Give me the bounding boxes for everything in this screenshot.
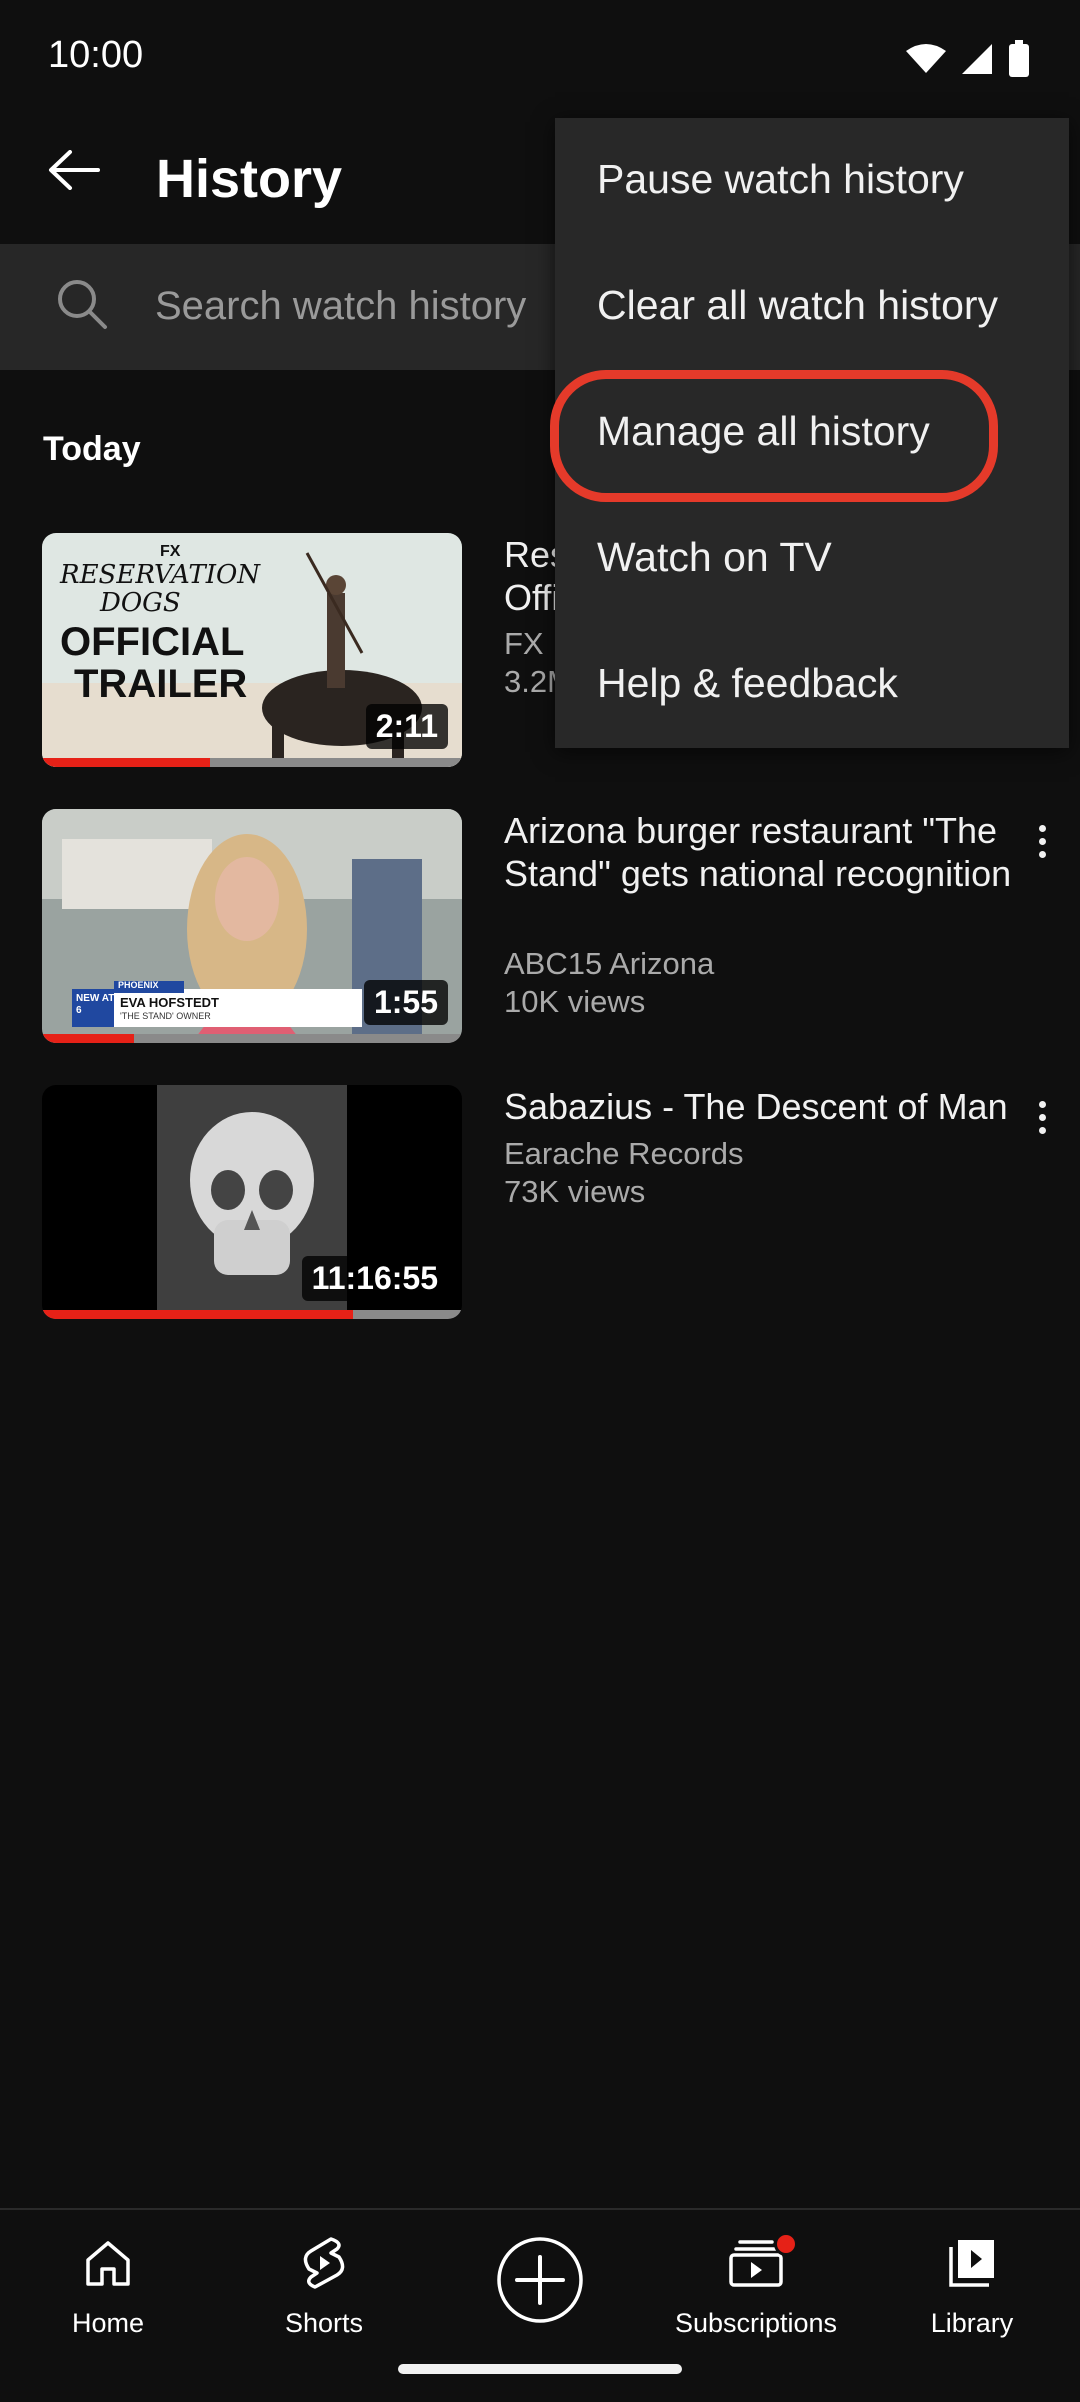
video-channel: FX I <box>504 626 561 661</box>
wifi-icon <box>906 43 946 80</box>
nav-item-home[interactable]: Home <box>0 2232 216 2362</box>
overflow-menu: Pause watch history Clear all watch hist… <box>555 118 1069 748</box>
thumbnail-text: RESERVATION <box>60 560 261 590</box>
more-options-button[interactable] <box>1022 1087 1062 1147</box>
home-icon <box>83 2238 133 2293</box>
watch-progress-bar <box>42 758 462 767</box>
shorts-icon <box>299 2235 349 2296</box>
watch-progress-bar <box>42 1310 462 1319</box>
search-icon <box>54 276 110 337</box>
nav-label: Library <box>930 2308 1014 2338</box>
video-thumbnail[interactable]: NEW AT 6 PHOENIX EVA HOFSTEDT 'THE STAND… <box>42 809 462 1043</box>
search-input[interactable]: Search watch history <box>155 284 526 329</box>
video-title: Arizona burger restaurant "The Stand" ge… <box>504 810 1012 894</box>
menu-item-label: Help & feedback <box>597 660 898 706</box>
create-plus-icon <box>495 2235 585 2330</box>
nav-label: Subscriptions <box>674 2308 838 2338</box>
home-indicator[interactable] <box>398 2364 682 2374</box>
signal-icon <box>960 42 994 81</box>
video-title: Sabazius - The Descent of Man <box>504 1086 1008 1127</box>
notification-badge <box>774 2232 798 2256</box>
video-views: 73K views <box>504 1174 646 1209</box>
battery-icon <box>1008 40 1030 83</box>
thumbnail-text: DOGS <box>100 588 181 618</box>
video-duration: 11:16:55 <box>301 1256 448 1301</box>
menu-item-label: Manage all history <box>597 408 930 454</box>
video-channel: ABC15 Arizona <box>504 946 715 981</box>
video-channel: Earache Records <box>504 1136 744 1171</box>
nav-label: Home <box>71 2308 145 2338</box>
status-time: 10:00 <box>48 34 144 76</box>
thumbnail-text: EVA HOFSTEDT <box>120 995 219 1010</box>
thumbnail-text: PHOENIX <box>118 980 159 990</box>
video-duration: 1:55 <box>363 980 448 1025</box>
video-thumbnail[interactable]: 11:16:55 <box>42 1085 462 1319</box>
nav-item-library[interactable]: Library <box>864 2232 1080 2362</box>
thumbnail-text: 'THE STAND' OWNER <box>120 1011 211 1021</box>
section-label-today: Today <box>43 430 141 468</box>
back-button[interactable] <box>36 134 112 210</box>
thumbnail-text: FX <box>160 543 181 560</box>
nav-item-subscriptions[interactable]: Subscriptions <box>648 2232 864 2362</box>
menu-item-label: Clear all watch history <box>597 282 999 328</box>
more-options-button[interactable] <box>1022 811 1062 871</box>
video-duration: 2:11 <box>365 704 448 749</box>
watch-progress-bar <box>42 1034 462 1043</box>
nav-label: Shorts <box>284 2308 364 2338</box>
thumbnail-text: OFFICIAL <box>60 620 245 664</box>
thumbnail-text: NEW AT 6 <box>76 993 115 1016</box>
menu-item-clear-all-watch-history[interactable]: Clear all watch history <box>555 244 1069 370</box>
video-thumbnail[interactable]: FX RESERVATION DOGS OFFICIAL TRAILER 2:1… <box>42 533 462 767</box>
menu-item-help-feedback[interactable]: Help & feedback <box>555 622 1069 748</box>
menu-item-label: Watch on TV <box>597 534 832 580</box>
video-views: 10K views <box>504 984 646 1019</box>
arrow-left-icon <box>48 149 100 195</box>
nav-item-shorts[interactable]: Shorts <box>216 2232 432 2362</box>
menu-item-watch-on-tv[interactable]: Watch on TV <box>555 496 1069 622</box>
thumbnail-text: TRAILER <box>74 662 248 706</box>
page-title: History <box>156 149 343 209</box>
menu-item-manage-all-history[interactable]: Manage all history <box>555 370 1069 496</box>
video-item[interactable]: 11:16:55 Sabazius - The Descent of Man E… <box>0 1085 1080 1319</box>
library-icon <box>947 2237 997 2294</box>
menu-item-pause-watch-history[interactable]: Pause watch history <box>555 118 1069 244</box>
menu-item-label: Pause watch history <box>597 156 964 202</box>
status-bar: 10:00 <box>0 0 1080 110</box>
video-item[interactable]: NEW AT 6 PHOENIX EVA HOFSTEDT 'THE STAND… <box>0 809 1080 1043</box>
status-icons <box>906 40 1030 83</box>
nav-item-create[interactable] <box>432 2232 648 2362</box>
